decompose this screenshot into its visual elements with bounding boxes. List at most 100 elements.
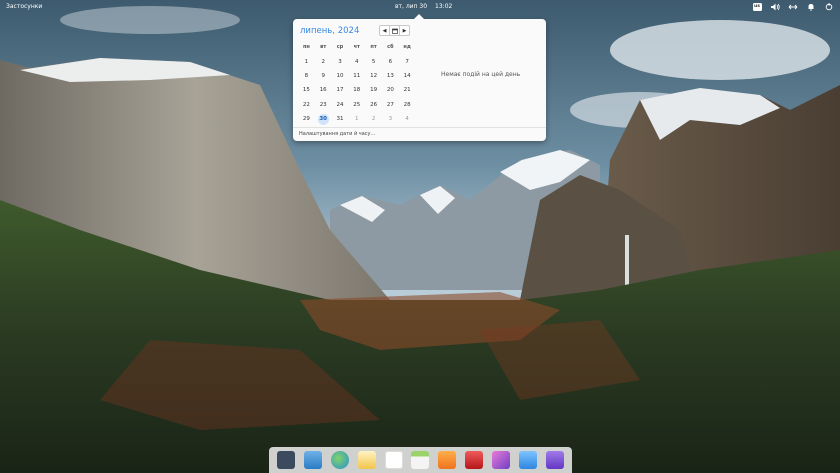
- calendar-day-number: 1: [304, 58, 309, 65]
- calendar-day[interactable]: 19: [365, 83, 382, 97]
- today-button[interactable]: [390, 26, 400, 35]
- calendar-day[interactable]: 5: [365, 54, 382, 68]
- calendar-navigation: ◀ ▶: [379, 25, 410, 36]
- calendar-day-number: 13: [386, 72, 394, 79]
- calendar-day-number: 12: [370, 72, 378, 79]
- calendar-day-number: 31: [336, 116, 344, 123]
- calendar-day[interactable]: 6: [382, 54, 399, 68]
- keyboard-layout-icon[interactable]: us: [752, 2, 762, 11]
- calendar-app-icon[interactable]: [411, 451, 430, 469]
- calendar-day[interactable]: 26: [365, 98, 382, 112]
- popover-arrow: [413, 14, 425, 20]
- mail-icon[interactable]: [357, 451, 376, 469]
- calendar-day[interactable]: 3: [332, 54, 349, 68]
- calendar-day-number: 6: [388, 58, 393, 65]
- weekday-header: нд: [403, 44, 411, 51]
- weekday-header: вт: [320, 44, 327, 51]
- calendar-day-number: 5: [371, 58, 376, 65]
- weekday-header: пн: [302, 44, 310, 51]
- calendar-day[interactable]: 9: [315, 69, 332, 83]
- weekday-header: сб: [387, 44, 394, 51]
- calendar-day[interactable]: 15: [298, 83, 315, 97]
- calendar-day-number: 26: [370, 101, 378, 108]
- photos-icon[interactable]: [491, 451, 510, 469]
- calendar-day-number: 4: [405, 116, 409, 123]
- calendar-day[interactable]: 4: [399, 112, 416, 126]
- calendar-day-number: 17: [336, 87, 344, 94]
- calendar-day[interactable]: 27: [382, 98, 399, 112]
- calendar-day-number: 28: [403, 101, 411, 108]
- dock: [269, 447, 572, 473]
- calendar-day-number: 2: [371, 116, 376, 123]
- calendar-day-number: 27: [386, 101, 394, 108]
- calendar-day-number: 4: [355, 58, 359, 65]
- applications-menu-button[interactable]: Застосунки: [6, 3, 42, 10]
- calendar-day[interactable]: 31: [332, 112, 349, 126]
- calendar-day[interactable]: 29: [298, 112, 315, 126]
- calendar-day[interactable]: 10: [332, 69, 349, 83]
- weekday-header: ср: [336, 44, 344, 51]
- date-time-indicator[interactable]: вт, лип 30 13:02: [395, 3, 452, 10]
- calendar-grid: пн вт ср чт пт сб нд 1 2 3 4 5 6 7 8 9 10 11 12 13 14 15 16 17 1…: [298, 40, 416, 126]
- calendar-day-number: 21: [403, 87, 411, 94]
- calendar-month-title: липень, 2024: [300, 26, 360, 36]
- calendar-today-icon: [391, 28, 398, 34]
- calendar-day[interactable]: 12: [365, 69, 382, 83]
- power-icon[interactable]: [824, 2, 834, 11]
- calendar-day[interactable]: 3: [382, 112, 399, 126]
- calendar-day-number: 11: [353, 72, 361, 79]
- music-icon[interactable]: [438, 451, 457, 469]
- calendar-day-number: 15: [302, 87, 310, 94]
- calendar-day[interactable]: 11: [348, 69, 365, 83]
- calendar-day-number: 16: [319, 87, 327, 94]
- next-month-button[interactable]: ▶: [400, 26, 409, 35]
- previous-month-button[interactable]: ◀: [380, 26, 390, 35]
- files-icon[interactable]: [304, 451, 323, 469]
- calendar-day[interactable]: 13: [382, 69, 399, 83]
- calendar-day[interactable]: 14: [399, 69, 416, 83]
- tasks-icon[interactable]: [384, 451, 403, 469]
- calendar-day[interactable]: 7: [399, 54, 416, 68]
- videos-icon[interactable]: [465, 451, 484, 469]
- multitasking-view-icon[interactable]: [277, 451, 296, 469]
- calendar-day-number: 19: [370, 87, 378, 94]
- app-center-icon[interactable]: [518, 451, 537, 469]
- calendar-day[interactable]: 16: [315, 83, 332, 97]
- calendar-day[interactable]: 23: [315, 98, 332, 112]
- calendar-day[interactable]: 25: [348, 98, 365, 112]
- system-settings-icon[interactable]: [545, 451, 564, 469]
- calendar-day-number: 24: [336, 101, 344, 108]
- calendar-day[interactable]: 22: [298, 98, 315, 112]
- calendar-day[interactable]: 18: [348, 83, 365, 97]
- calendar-day[interactable]: 20: [382, 83, 399, 97]
- calendar-day-number: 20: [386, 87, 394, 94]
- weekday-header: пт: [370, 44, 377, 51]
- web-browser-icon[interactable]: [331, 451, 350, 469]
- calendar-day[interactable]: 24: [332, 98, 349, 112]
- panel-indicators: us: [752, 2, 834, 11]
- calendar-day[interactable]: 28: [399, 98, 416, 112]
- date-time-settings-link[interactable]: Налаштування дати й часу…: [299, 131, 376, 137]
- calendar-day-number: 7: [405, 58, 409, 65]
- chevron-right-icon: ▶: [402, 27, 407, 34]
- network-icon[interactable]: [788, 2, 798, 11]
- calendar-day[interactable]: 1: [298, 54, 315, 68]
- notifications-icon[interactable]: [806, 2, 816, 11]
- calendar-day-number: 8: [304, 72, 309, 79]
- calendar-day[interactable]: 1: [348, 112, 365, 126]
- calendar-day-today[interactable]: 30: [315, 112, 332, 126]
- calendar-day[interactable]: 2: [365, 112, 382, 126]
- calendar-day-number: 23: [319, 101, 327, 108]
- date-time-popover: липень, 2024 ◀ ▶ пн вт ср чт пт сб нд 1 2 3 4 5 6 7 8 9…: [293, 14, 546, 141]
- calendar-day[interactable]: 17: [332, 83, 349, 97]
- calendar-day-number: 10: [336, 72, 344, 79]
- calendar-day[interactable]: 2: [315, 54, 332, 68]
- calendar-day[interactable]: 4: [348, 54, 365, 68]
- keyboard-layout-label: us: [752, 2, 762, 11]
- calendar-day-number: 9: [321, 72, 325, 79]
- calendar-day-number: 30: [317, 113, 329, 125]
- calendar-day[interactable]: 21: [399, 83, 416, 97]
- popover-divider: [293, 127, 546, 128]
- volume-icon[interactable]: [770, 2, 780, 11]
- calendar-day[interactable]: 8: [298, 69, 315, 83]
